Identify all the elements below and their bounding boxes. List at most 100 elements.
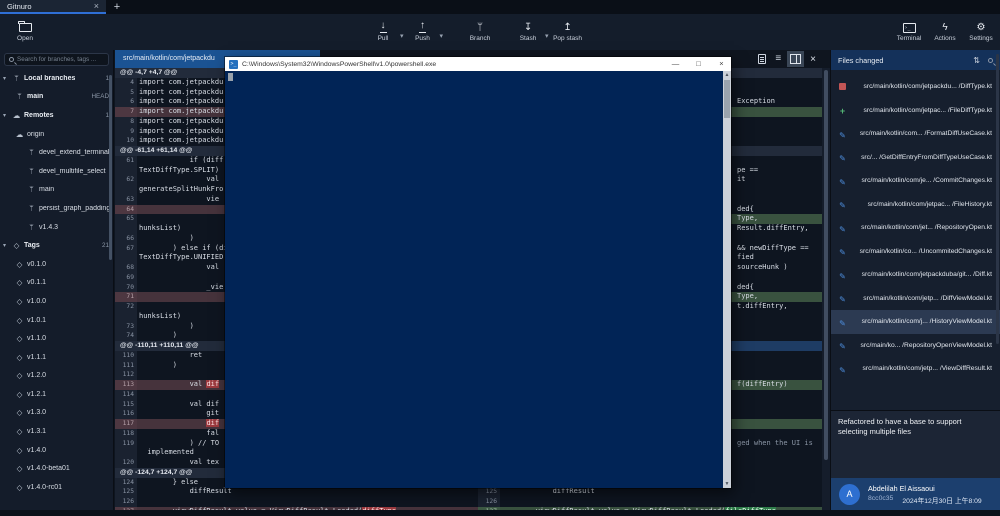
branch-button[interactable]: ᛘ Branch bbox=[465, 14, 495, 50]
modified-icon bbox=[838, 360, 847, 378]
powershell-terminal[interactable] bbox=[225, 71, 723, 488]
changed-file-row[interactable]: src/main/kotlin/com/j... /HistoryViewMod… bbox=[831, 310, 1000, 334]
changed-file-row[interactable]: src/main/kotlin/com... /FormatDiffUseCas… bbox=[831, 122, 1000, 146]
repository-tab[interactable]: Gitnuro × bbox=[0, 0, 106, 14]
changed-file-row[interactable]: src/main/kotlin/com/jetp... /DiffViewMod… bbox=[831, 287, 1000, 311]
commit-author-bar[interactable]: A Abdelilah El Aissaoui 8cc0c35 2024年12月… bbox=[831, 478, 1000, 510]
diff-scrollbar[interactable] bbox=[822, 68, 830, 510]
changed-file-row[interactable]: src/main/kotlin/com/jetp... /ViewDiffRes… bbox=[831, 357, 1000, 381]
tree-row[interactable]: v1.4.0-rc01 bbox=[0, 478, 113, 497]
line-number: 72 bbox=[115, 302, 137, 312]
sort-files-icon[interactable]: ⇅ bbox=[973, 56, 980, 65]
changed-file-row[interactable]: src/main/kotlin/co... /UncommitedChanges… bbox=[831, 240, 1000, 264]
tree-row[interactable]: origin bbox=[0, 125, 113, 144]
tree-row[interactable]: v1.1.1 bbox=[0, 348, 113, 367]
sidebar-scrollbar[interactable] bbox=[109, 75, 112, 260]
split-view-icon[interactable] bbox=[790, 54, 801, 64]
tag-icon bbox=[15, 353, 24, 362]
tree-row[interactable]: v1.4.0-beta01 bbox=[0, 459, 113, 478]
stash-dropdown-chevron-icon[interactable]: ▾ bbox=[545, 32, 549, 40]
maximize-icon[interactable]: □ bbox=[689, 57, 708, 71]
tree-row[interactable]: v1.3.0 bbox=[0, 404, 113, 423]
search-files-icon[interactable] bbox=[988, 58, 993, 63]
scroll-down-icon[interactable]: ▼ bbox=[723, 480, 731, 488]
files-changed-title: Files changed bbox=[838, 56, 965, 65]
modified-icon bbox=[838, 313, 847, 331]
close-icon[interactable]: × bbox=[712, 57, 731, 71]
changed-file-row[interactable]: src/... /GetDiffEntryFromDiffTypeUseCase… bbox=[831, 146, 1000, 170]
tree-row[interactable]: v1.0.0 bbox=[0, 292, 113, 311]
close-diff-icon[interactable]: × bbox=[810, 54, 816, 65]
tree-row[interactable]: ▾ Remotes 1 bbox=[0, 106, 113, 125]
repository-tab-label: Gitnuro bbox=[7, 2, 88, 11]
chevron-down-icon[interactable]: ▾ bbox=[3, 242, 9, 249]
files-changed-panel: Files changed ⇅ src/main/kotlin/com/jetp… bbox=[830, 50, 1000, 510]
minimize-icon[interactable]: — bbox=[666, 57, 685, 71]
tree-row[interactable]: v1.3.1 bbox=[0, 422, 113, 441]
modified-icon bbox=[838, 125, 847, 143]
changed-file-row[interactable]: src/main/kotlin/com/je... /CommitChanges… bbox=[831, 169, 1000, 193]
file-list-scrollbar[interactable] bbox=[996, 54, 999, 344]
file-path: src/main/kotlin/com/je... /CommitChanges… bbox=[852, 177, 992, 184]
changed-file-row[interactable]: src/main/kotlin/com/jet... /RepositoryOp… bbox=[831, 216, 1000, 240]
tree-row[interactable]: v1.2.0 bbox=[0, 367, 113, 386]
tree-row[interactable]: ▾ Tags 21 bbox=[0, 236, 113, 255]
tree-row[interactable]: v1.1.0 bbox=[0, 329, 113, 348]
branch-search-input[interactable] bbox=[17, 56, 104, 63]
new-tab-button[interactable]: + bbox=[106, 0, 128, 14]
tree-row[interactable]: main bbox=[0, 181, 113, 200]
tree-row[interactable]: v0.1.1 bbox=[0, 274, 113, 293]
commit-message: Refactored to have a base to support sel… bbox=[831, 410, 1000, 478]
push-dropdown-chevron-icon[interactable]: ▾ bbox=[440, 32, 444, 40]
actions-button[interactable]: ϟ Actions bbox=[930, 14, 960, 50]
tree-row[interactable]: persist_graph_padding bbox=[0, 199, 113, 218]
tag-icon bbox=[15, 446, 24, 455]
chevron-down-icon[interactable]: ▾ bbox=[3, 112, 9, 119]
tree-row[interactable]: v1.2.1 bbox=[0, 385, 113, 404]
line-number bbox=[115, 312, 137, 322]
settings-button[interactable]: ⚙ Settings bbox=[966, 14, 996, 50]
tree-row[interactable]: v1.4.3 bbox=[0, 218, 113, 237]
stash-button[interactable]: ↧ Stash bbox=[513, 14, 543, 50]
terminal-button[interactable]: ›_ Terminal bbox=[894, 14, 924, 50]
terminal-icon: ›_ bbox=[903, 23, 916, 33]
tag-icon bbox=[15, 316, 24, 325]
powershell-scrollbar[interactable]: ▲ ▼ bbox=[723, 71, 731, 488]
added-icon bbox=[838, 101, 847, 119]
tree-row[interactable]: v0.1.0 bbox=[0, 255, 113, 274]
close-tab-icon[interactable]: × bbox=[94, 1, 99, 11]
powershell-title-bar[interactable]: >_ C:\Windows\System32\WindowsPowerShell… bbox=[225, 57, 731, 71]
pull-dropdown-chevron-icon[interactable]: ▾ bbox=[400, 32, 404, 40]
push-button[interactable]: ↑ Push bbox=[408, 14, 438, 50]
pull-button[interactable]: ↓ Pull bbox=[368, 14, 398, 50]
unified-view-icon[interactable]: ≡ bbox=[775, 54, 781, 64]
branch-tree[interactable]: ▾ Local branches 1 main HEAD ▾ Remotes 1 bbox=[0, 69, 113, 497]
file-path: src/main/kotlin/com/jet... /RepositoryOp… bbox=[852, 224, 992, 231]
tree-row[interactable]: main HEAD bbox=[0, 88, 113, 107]
changed-file-list[interactable]: src/main/kotlin/com/jetpackdu... /DiffTy… bbox=[831, 70, 1000, 376]
scrollbar-thumb[interactable] bbox=[724, 80, 730, 118]
open-button[interactable]: Open bbox=[10, 14, 40, 50]
line-number: 120 bbox=[115, 458, 137, 468]
tree-row[interactable]: devel_multifile_select bbox=[0, 162, 113, 181]
chevron-down-icon[interactable]: ▾ bbox=[3, 75, 9, 82]
changed-file-row[interactable]: src/main/ko... /RepositoryOpenViewModel.… bbox=[831, 334, 1000, 358]
changed-file-row[interactable]: src/main/kotlin/com/jetpac... /FileDiffT… bbox=[831, 99, 1000, 123]
tree-row[interactable]: devel_extend_terminal bbox=[0, 143, 113, 162]
tree-row[interactable]: ▾ Local branches 1 bbox=[0, 69, 113, 88]
pop-stash-button[interactable]: ↥ Pop stash bbox=[553, 14, 583, 50]
branch-search-box[interactable] bbox=[4, 53, 109, 66]
tag-icon bbox=[15, 278, 24, 287]
line-number: 126 bbox=[115, 497, 137, 507]
tree-row[interactable]: v1.4.0 bbox=[0, 441, 113, 460]
branch-icon bbox=[27, 204, 36, 213]
changed-file-row[interactable]: src/main/kotlin/com/jetpackdu... /DiffTy… bbox=[831, 75, 1000, 99]
scroll-up-icon[interactable]: ▲ bbox=[723, 71, 731, 79]
file-diff-icon[interactable] bbox=[758, 54, 766, 64]
line-number: 113 bbox=[115, 380, 137, 390]
changed-file-row[interactable]: src/main/kotlin/com/jetpackduba/git... /… bbox=[831, 263, 1000, 287]
changed-file-row[interactable]: src/main/kotlin/com/jetpac... /FileHisto… bbox=[831, 193, 1000, 217]
tree-row[interactable]: v1.0.1 bbox=[0, 311, 113, 330]
tag-icon bbox=[15, 260, 24, 269]
file-path: src/main/kotlin/com/jetpackdu... /DiffTy… bbox=[852, 83, 992, 90]
